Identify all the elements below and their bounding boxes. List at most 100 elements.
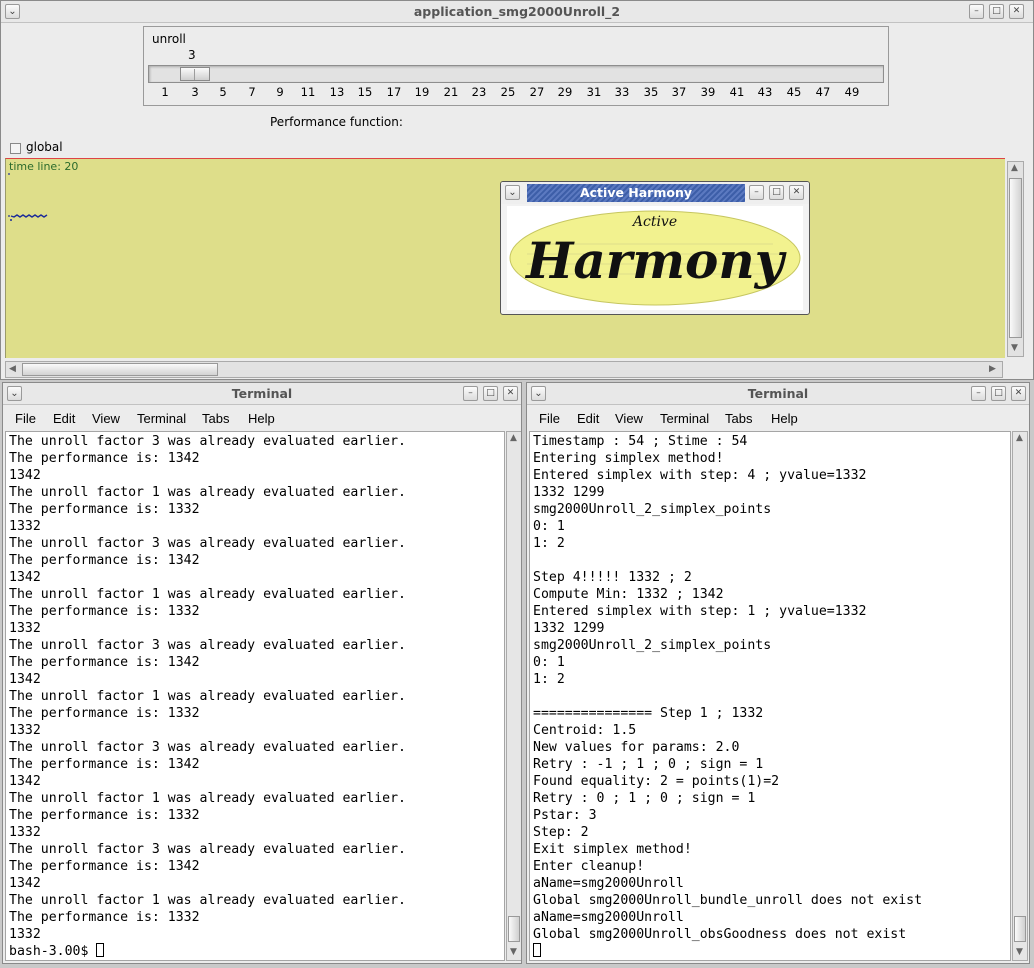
menu-file[interactable]: File	[539, 411, 560, 426]
terminal-left-scroll-up-icon[interactable]: ▲	[510, 434, 517, 443]
harmony-minimize-icon[interactable]: –	[749, 185, 764, 200]
slider-tick-label: 27	[529, 85, 545, 99]
text-cursor	[96, 943, 105, 957]
terminal-line: The performance is: 1342	[9, 859, 200, 874]
terminal-line: The performance is: 1342	[9, 655, 200, 670]
terminal-left-maximize-icon[interactable]: □	[483, 386, 498, 401]
menu-help[interactable]: Help	[771, 411, 798, 426]
scroll-right-icon[interactable]: ▶	[989, 365, 996, 374]
plot-vertical-scrollbar[interactable]: ▲ ▼	[1007, 161, 1024, 357]
terminal-line: The performance is: 1342	[9, 553, 200, 568]
terminal-line: Entered simplex with step: 1 ; yvalue=13…	[533, 604, 867, 619]
minimize-icon[interactable]: –	[969, 4, 984, 19]
unroll-slider[interactable]	[148, 65, 884, 83]
terminal-right-output[interactable]: Timestamp : 54 ; Stime : 54 Entering simp…	[529, 431, 1011, 961]
terminal-line: The performance is: 1332	[9, 910, 200, 925]
terminal-right-minimize-icon[interactable]: –	[971, 386, 986, 401]
scroll-left-icon[interactable]: ◀	[9, 365, 16, 374]
menu-help[interactable]: Help	[248, 411, 275, 426]
terminal-left-titlebar[interactable]: ⌄ Terminal – □ ✕	[3, 383, 521, 405]
terminal-left-scroll-down-icon[interactable]: ▼	[510, 948, 517, 957]
slider-tick-label: 49	[844, 85, 860, 99]
terminal-right-scroll-down-icon[interactable]: ▼	[1016, 948, 1023, 957]
terminal-left-output[interactable]: The unroll factor 3 was already evaluate…	[5, 431, 505, 961]
plot-horizontal-scrollbar[interactable]: ◀ ▶	[5, 361, 1003, 378]
terminal-right-maximize-icon[interactable]: □	[991, 386, 1006, 401]
menu-terminal[interactable]: Terminal	[660, 411, 709, 426]
terminal-line: 1332	[9, 825, 41, 840]
slider-tick-label: 1	[161, 85, 169, 99]
terminal-right-titlebar[interactable]: ⌄ Terminal – □ ✕	[527, 383, 1029, 405]
terminal-cursor-line[interactable]	[533, 943, 541, 960]
slider-tick-label: 37	[671, 85, 687, 99]
terminal-line: The unroll factor 3 was already evaluate…	[9, 638, 406, 653]
slider-tick-label: 23	[471, 85, 487, 99]
terminal-window-right: ⌄ Terminal – □ ✕ File Edit View Terminal…	[526, 382, 1030, 964]
terminal-line: The performance is: 1332	[9, 706, 200, 721]
terminal-line: Timestamp : 54 ; Stime : 54	[533, 434, 748, 449]
menu-file[interactable]: File	[15, 411, 36, 426]
terminal-line: Enter cleanup!	[533, 859, 645, 874]
terminal-line: Compute Min: 1332 ; 1342	[533, 587, 724, 602]
menu-tabs[interactable]: Tabs	[202, 411, 229, 426]
global-checkbox[interactable]	[10, 143, 21, 154]
plot-trace	[8, 173, 48, 221]
terminal-line: Step 4!!!!! 1332 ; 2	[533, 570, 692, 585]
slider-tick-label: 45	[786, 85, 802, 99]
terminal-line: Pstar: 3	[533, 808, 597, 823]
terminal-line: =============== Step 1 ; 1332	[533, 706, 764, 721]
close-icon[interactable]: ✕	[1009, 4, 1024, 19]
terminal-line: smg2000Unroll_2_simplex_points	[533, 638, 772, 653]
menu-terminal[interactable]: Terminal	[137, 411, 186, 426]
terminal-right-menubar: File Edit View Terminal Tabs Help	[527, 406, 1029, 430]
app-titlebar[interactable]: ⌄ application_smg2000Unroll_2 – □ ✕	[1, 1, 1033, 23]
scroll-up-icon[interactable]: ▲	[1011, 164, 1018, 173]
slider-tick-label: 43	[757, 85, 773, 99]
harmony-maximize-icon[interactable]: □	[769, 185, 784, 200]
terminal-left-scrollbar[interactable]: ▲ ▼	[506, 431, 521, 961]
terminal-line: 1332	[9, 927, 41, 942]
terminal-right-scrollbar[interactable]: ▲ ▼	[1012, 431, 1028, 961]
menu-tabs[interactable]: Tabs	[725, 411, 752, 426]
unroll-value: 3	[188, 48, 196, 62]
slider-tick-label: 35	[643, 85, 659, 99]
terminal-right-scroll-up-icon[interactable]: ▲	[1016, 434, 1023, 443]
terminal-line: 1332	[9, 723, 41, 738]
terminal-line: aName=smg2000Unroll	[533, 876, 684, 891]
plot-hscroll-thumb[interactable]	[22, 363, 218, 376]
terminal-line: The unroll factor 1 was already evaluate…	[9, 587, 406, 602]
harmony-titlebar[interactable]: ⌄ Active Harmony – □ ✕	[501, 182, 809, 204]
terminal-line: 1332	[9, 621, 41, 636]
terminal-line: 1332 1299	[533, 621, 605, 636]
terminal-line: Retry : -1 ; 1 ; 0 ; sign = 1	[533, 757, 764, 772]
svg-text:Active: Active	[631, 214, 677, 230]
slider-tick-label: 19	[414, 85, 430, 99]
terminal-left-minimize-icon[interactable]: –	[463, 386, 478, 401]
terminal-prompt-line[interactable]: bash-3.00$	[9, 943, 105, 960]
menu-view[interactable]: View	[92, 411, 120, 426]
terminal-line: The unroll factor 3 was already evaluate…	[9, 536, 406, 551]
terminal-left-close-icon[interactable]: ✕	[503, 386, 518, 401]
harmony-close-icon[interactable]: ✕	[789, 185, 804, 200]
terminal-line: Retry : 0 ; 1 ; 0 ; sign = 1	[533, 791, 756, 806]
menu-view[interactable]: View	[615, 411, 643, 426]
menu-edit[interactable]: Edit	[53, 411, 75, 426]
terminal-line: aName=smg2000Unroll	[533, 910, 684, 925]
slider-tick-label: 7	[248, 85, 256, 99]
terminal-right-close-icon[interactable]: ✕	[1011, 386, 1026, 401]
slider-tick-label: 13	[329, 85, 345, 99]
unroll-slider-thumb[interactable]	[180, 67, 210, 81]
terminal-line: Step: 2	[533, 825, 589, 840]
terminal-right-scroll-thumb[interactable]	[1014, 916, 1026, 942]
harmony-title: Active Harmony	[527, 184, 745, 202]
active-harmony-dialog: ⌄ Active Harmony – □ ✕ Active Harmony	[500, 181, 810, 315]
harmony-window-menu-icon[interactable]: ⌄	[505, 185, 520, 200]
slider-tick-labels: 1 3 5 7 9 11 13 15 17 19 21 23 25 27 29 31 33 35 37 39 41 43 4…	[144, 85, 890, 101]
menu-edit[interactable]: Edit	[577, 411, 599, 426]
plot-vscroll-thumb[interactable]	[1009, 178, 1022, 338]
terminal-left-scroll-thumb[interactable]	[508, 916, 520, 942]
terminal-line: The performance is: 1332	[9, 808, 200, 823]
maximize-icon[interactable]: □	[989, 4, 1004, 19]
terminal-line: The performance is: 1342	[9, 451, 200, 466]
scroll-down-icon[interactable]: ▼	[1011, 344, 1018, 353]
